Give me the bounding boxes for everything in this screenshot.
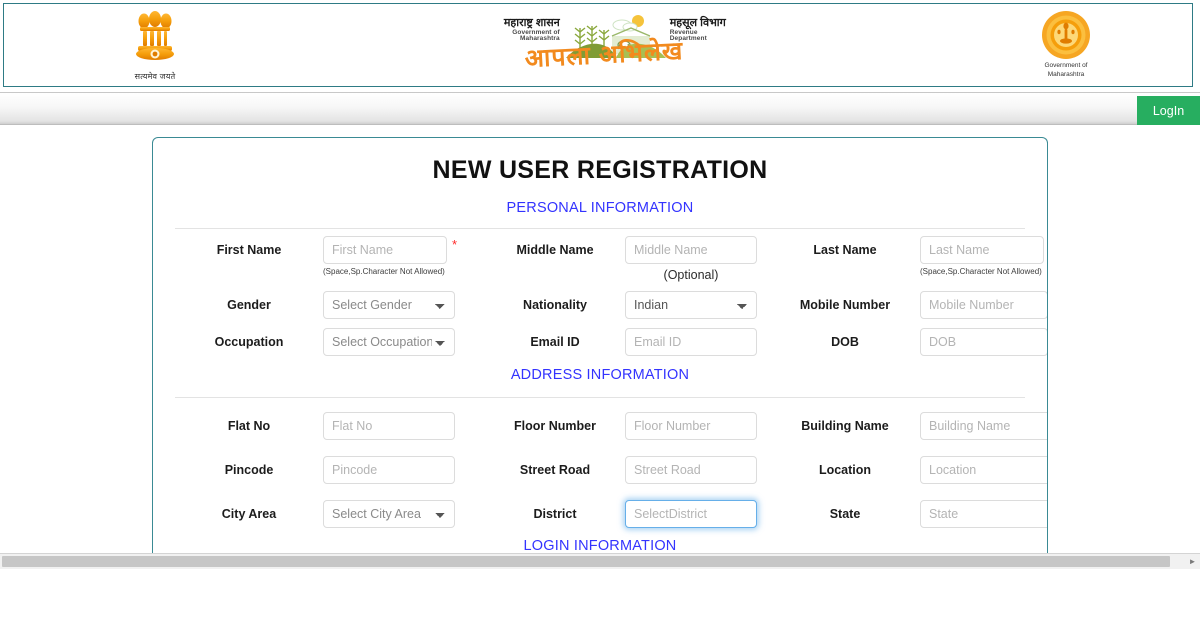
label-last-name: Last Name	[813, 243, 877, 257]
label-floor-number: Floor Number	[514, 419, 596, 433]
location-input[interactable]	[920, 456, 1047, 484]
address-row-2: Pincode Street Road Location	[153, 449, 1047, 484]
field-street-road	[625, 449, 770, 484]
label-first-name: First Name	[216, 243, 282, 257]
india-state-emblem: सत्यमेव जयते	[119, 8, 191, 82]
scrollbar-right-arrow[interactable]: ►	[1188, 557, 1197, 566]
gender-select[interactable]: Select Gender	[323, 291, 455, 319]
label-city-area: City Area	[221, 507, 277, 521]
first-name-input[interactable]	[323, 236, 447, 264]
label-flat-no: Flat No	[227, 419, 271, 433]
state-input[interactable]	[920, 500, 1047, 528]
top-nav-bar	[0, 92, 1200, 125]
pincode-input[interactable]	[323, 456, 455, 484]
logo-marathi-left: महाराष्ट्र शासन	[503, 17, 560, 29]
city-area-select[interactable]: Select City Area	[323, 500, 455, 528]
horizontal-scrollbar[interactable]: ◄ ►	[0, 553, 1200, 569]
label-middle-name: Middle Name	[516, 243, 594, 257]
personal-row-2: Gender Select Gender Nationality Indian …	[153, 284, 1047, 319]
emblem-caption: सत्यमेव जयते	[134, 72, 176, 81]
field-last-name: * (Space,Sp.Character Not Allowed)	[920, 229, 1047, 276]
india-state-emblem-icon	[136, 11, 174, 60]
label-email-id: Email ID	[530, 335, 580, 349]
page-title: NEW USER REGISTRATION	[432, 156, 768, 184]
section-heading-address: ADDRESS INFORMATION	[510, 367, 690, 383]
label-building-name: Building Name	[801, 419, 889, 433]
middle-name-input[interactable]	[625, 236, 757, 264]
seal-caption-line2: Maharashtra	[1047, 71, 1085, 79]
field-occupation: Select Occupation	[323, 321, 485, 356]
hint-last-name: (Space,Sp.Character Not Allowed)	[920, 267, 1042, 276]
section-heading-personal: PERSONAL INFORMATION	[506, 200, 694, 216]
floor-number-input[interactable]	[625, 412, 757, 440]
dob-input[interactable]	[920, 328, 1047, 356]
label-nationality: Nationality	[523, 298, 587, 312]
street-road-input[interactable]	[625, 456, 757, 484]
hint-middle-name: (Optional)	[663, 268, 719, 282]
aapla-abhilekh-logo: महाराष्ट्र शासन Government of Maharashtr…	[474, 6, 734, 86]
label-state: State	[829, 507, 861, 521]
occupation-select[interactable]: Select Occupation	[323, 328, 455, 356]
seal-caption-line1: Government of	[1044, 62, 1088, 69]
required-indicator-first-name: *	[452, 237, 458, 252]
district-input[interactable]	[625, 500, 757, 528]
mobile-number-input[interactable]	[920, 291, 1047, 319]
last-name-input[interactable]	[920, 236, 1044, 264]
site-header-banner: सत्यमेव जयते महाराष्ट्र शासन Government …	[3, 3, 1193, 87]
field-email-id	[625, 321, 770, 356]
field-floor-number	[625, 405, 770, 440]
address-row-3: City Area Select City Area District Stat…	[153, 493, 1047, 528]
section-heading-login: LOGIN INFORMATION	[523, 538, 677, 554]
logo-marathi-right: महसूल विभाग	[669, 17, 726, 29]
field-location	[920, 449, 1047, 484]
label-occupation: Occupation	[214, 335, 284, 349]
personal-row-1: First Name * (Space,Sp.Character Not All…	[153, 229, 1047, 282]
field-gender: Select Gender	[323, 284, 485, 319]
personal-row-3: Occupation Select Occupation Email ID DO…	[153, 321, 1047, 356]
label-district: District	[533, 507, 577, 521]
label-dob: DOB	[831, 335, 859, 349]
divider-address	[175, 397, 1025, 398]
label-street-road: Street Road	[519, 463, 591, 477]
field-pincode	[323, 449, 485, 484]
field-mobile-number: *	[920, 284, 1047, 319]
registration-form-panel: NEW USER REGISTRATION PERSONAL INFORMATI…	[152, 137, 1048, 556]
label-mobile-number: Mobile Number	[799, 298, 891, 312]
scrollbar-thumb[interactable]	[2, 556, 1170, 567]
field-first-name: * (Space,Sp.Character Not Allowed)	[323, 229, 485, 276]
field-flat-no	[323, 405, 485, 440]
label-pincode: Pincode	[224, 463, 274, 477]
field-city-area: Select City Area	[323, 493, 485, 528]
maharashtra-government-seal: Government of Maharashtra	[1024, 9, 1108, 79]
building-name-input[interactable]	[920, 412, 1047, 440]
address-row-1: Flat No Floor Number Building Name	[153, 405, 1047, 440]
email-id-input[interactable]	[625, 328, 757, 356]
field-district	[625, 493, 770, 528]
label-location: Location	[818, 463, 872, 477]
hint-first-name: (Space,Sp.Character Not Allowed)	[323, 267, 445, 276]
maharashtra-government-seal-icon	[1042, 11, 1090, 59]
nationality-select[interactable]: Indian	[625, 291, 757, 319]
field-nationality: Indian	[625, 284, 770, 319]
field-state	[920, 493, 1047, 528]
login-button[interactable]: LogIn	[1137, 96, 1200, 125]
field-dob: *	[920, 321, 1047, 356]
label-gender: Gender	[227, 298, 271, 312]
field-middle-name: (Optional)	[625, 229, 770, 282]
field-building-name	[920, 405, 1047, 440]
flat-no-input[interactable]	[323, 412, 455, 440]
